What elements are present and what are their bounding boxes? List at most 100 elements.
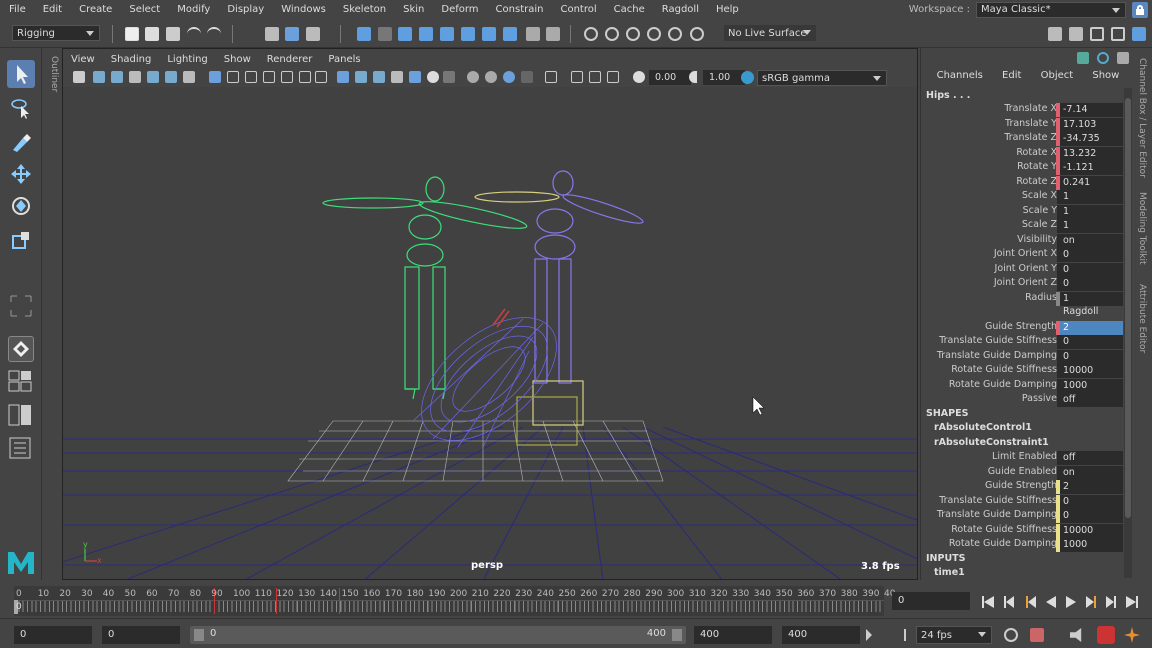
attribute-row[interactable]: Joint Orient Y0	[921, 262, 1123, 277]
attribute-row[interactable]: Guide Strength 2	[921, 320, 1123, 335]
attribute-row[interactable]: Radius 1	[921, 291, 1123, 306]
smooth-shade-icon[interactable]	[355, 71, 367, 83]
attribute-value[interactable]: 1	[1057, 219, 1123, 233]
attribute-value[interactable]: 1	[1057, 291, 1123, 306]
hypershade-icon[interactable]	[668, 27, 682, 41]
use-all-lights-icon[interactable]	[427, 71, 439, 83]
menu-modify[interactable]: Modify	[168, 4, 218, 15]
attribute-row[interactable]: Joint Orient Z0	[921, 277, 1123, 291]
help-line-icon[interactable]	[503, 27, 517, 41]
gamma-field[interactable]: 1.00	[703, 70, 745, 85]
attribute-editor-icon[interactable]	[1069, 27, 1083, 41]
anti-aliasing-icon[interactable]	[503, 71, 515, 83]
attribute-row[interactable]: Translate X -7.14	[921, 103, 1123, 117]
attribute-value[interactable]: 1	[1057, 204, 1123, 219]
two-view-layout-icon[interactable]	[8, 404, 34, 426]
attribute-value[interactable]: 1	[1057, 190, 1123, 204]
render-settings-icon[interactable]	[647, 27, 661, 41]
layer-editor-toggle-icon[interactable]	[1097, 52, 1109, 64]
menu-set-dropdown[interactable]: Rigging	[12, 25, 100, 41]
2d-pan-zoom-icon[interactable]	[147, 71, 159, 83]
tool-settings-icon[interactable]	[1090, 27, 1104, 41]
render-icon[interactable]	[482, 27, 496, 41]
snap-surface-icon[interactable]	[440, 27, 454, 41]
screen-space-ao-icon[interactable]	[467, 71, 479, 83]
depth-of-field-icon[interactable]	[521, 71, 533, 83]
attribute-value[interactable]: 0	[1057, 335, 1123, 349]
attribute-row[interactable]: Translate Y 17.103	[921, 117, 1123, 132]
four-view-layout-icon[interactable]	[8, 370, 34, 392]
attribute-value[interactable]: 2	[1057, 320, 1123, 335]
channel-box-scrollbar[interactable]	[1124, 88, 1132, 578]
attribute-row[interactable]: Joint Orient X0	[921, 248, 1123, 262]
current-frame-field[interactable]: 0	[892, 592, 970, 610]
3d-scene[interactable]: yx	[63, 87, 918, 580]
grid-icon[interactable]	[209, 71, 221, 83]
attribute-row[interactable]: Translate Guide Damping 0	[921, 349, 1123, 364]
menu-deform[interactable]: Deform	[432, 4, 486, 15]
attribute-row[interactable]: Scale Z1	[921, 219, 1123, 233]
single-perspective-view-icon[interactable]	[8, 336, 34, 362]
animation-start-field[interactable]: 0	[14, 626, 92, 644]
viewport-menu-shading[interactable]: Shading	[103, 54, 160, 65]
last-tool-icon[interactable]	[7, 292, 35, 320]
view-transform-dropdown[interactable]: sRGB gamma	[757, 70, 887, 86]
range-arrow-icon[interactable]	[866, 629, 874, 641]
field-chart-icon[interactable]	[281, 71, 293, 83]
textured-icon[interactable]	[391, 71, 403, 83]
outliner-layout-icon[interactable]	[8, 436, 34, 460]
channel-box-tab[interactable]: Channel Box / Layer Editor	[1137, 58, 1147, 178]
attribute-row[interactable]: Rotate Guide Stiffness 10000	[921, 364, 1123, 378]
wireframe-on-shaded-icon[interactable]	[373, 71, 385, 83]
new-scene-icon[interactable]	[125, 27, 139, 41]
viewport-menu-show[interactable]: Show	[216, 54, 259, 65]
scale-tool-icon[interactable]	[7, 226, 35, 254]
attribute-row[interactable]: Rotate Y -1.121	[921, 161, 1123, 175]
undo-icon[interactable]	[187, 27, 201, 41]
menu-skin[interactable]: Skin	[394, 4, 432, 15]
xray-icon[interactable]	[409, 71, 421, 83]
loop-icon[interactable]	[1004, 628, 1018, 642]
workspace-dropdown[interactable]: Maya Classic*	[976, 1, 1126, 18]
attribute-row[interactable]: Guide Enabled on	[921, 465, 1123, 480]
open-scene-icon[interactable]	[145, 27, 159, 41]
attribute-value[interactable]: 17.103	[1057, 117, 1123, 132]
attribute-row[interactable]: Translate Guide Stiffness 0	[921, 494, 1123, 509]
save-scene-icon[interactable]	[166, 27, 180, 41]
isolate-select-icon[interactable]	[545, 71, 557, 83]
modeling-toolkit-tab[interactable]: Modeling Toolkit	[1137, 192, 1147, 265]
time-slider[interactable]: 0 10 20 30 40 50 60 70 80 90 100 110 120 130 140 150 160…	[0, 582, 1152, 618]
select-object-icon[interactable]	[285, 27, 299, 41]
gate-mask-icon[interactable]	[263, 71, 275, 83]
menu-ragdoll[interactable]: Ragdoll	[653, 4, 707, 15]
move-tool-icon[interactable]	[7, 160, 35, 188]
ipr-render-icon[interactable]	[626, 27, 640, 41]
sidebar-toggle-icon[interactable]	[1048, 27, 1062, 41]
outliner-tab[interactable]: Outliner	[43, 48, 59, 148]
attribute-value[interactable]: 13.232	[1057, 146, 1123, 161]
attribute-row[interactable]: Guide Strength 2	[921, 480, 1123, 494]
menu-select[interactable]: Select	[120, 4, 168, 15]
snap-point-icon[interactable]	[398, 27, 412, 41]
attribute-row[interactable]: Rotate Guide Damping 1000	[921, 538, 1123, 552]
attribute-value[interactable]: on	[1057, 465, 1123, 480]
attribute-row[interactable]: Translate Guide Stiffness 0	[921, 335, 1123, 349]
playback-end-field[interactable]: 400	[694, 626, 772, 644]
menu-display[interactable]: Display	[218, 4, 272, 15]
redo-icon[interactable]	[207, 27, 221, 41]
attribute-value[interactable]: 10000	[1057, 523, 1123, 538]
attribute-row[interactable]: Translate Guide Damping 0	[921, 509, 1123, 523]
bookmark-icon[interactable]	[111, 71, 123, 83]
exposure-field[interactable]: 0.00	[649, 70, 691, 85]
snap-view-icon[interactable]	[419, 27, 433, 41]
sound-icon[interactable]	[1070, 628, 1082, 642]
attribute-row[interactable]: Rotate Guide Damping 1000	[921, 378, 1123, 393]
grid-toggle-icon[interactable]	[183, 71, 195, 83]
attribute-value[interactable]: 0	[1057, 349, 1123, 364]
viewport-menu-panels[interactable]: Panels	[320, 54, 368, 65]
channel-box-icon[interactable]	[1077, 52, 1089, 64]
menu-skeleton[interactable]: Skeleton	[334, 4, 394, 15]
toggle-panels-icon[interactable]	[607, 71, 619, 83]
attribute-value[interactable]: 0.241	[1057, 175, 1123, 190]
animation-end-field[interactable]: 400	[782, 626, 860, 644]
